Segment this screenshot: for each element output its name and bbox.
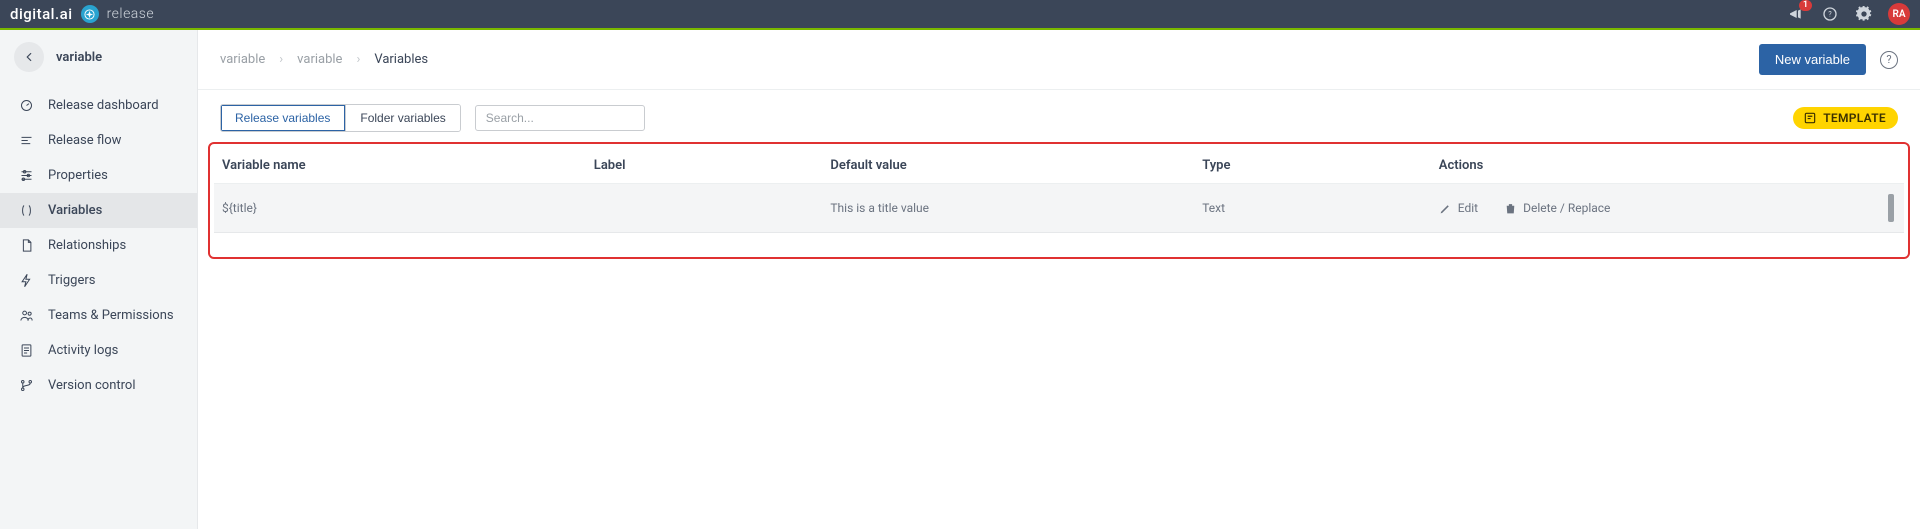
sidebar-item-label: Release flow [48, 133, 121, 148]
sidebar-item-label: Version control [48, 378, 136, 393]
main-panel: variable › variable › Variables New vari… [198, 30, 1920, 529]
tab-folder-variables[interactable]: Folder variables [345, 105, 459, 131]
sidebar-item-release-dashboard[interactable]: Release dashboard [0, 88, 197, 123]
delete-label: Delete / Replace [1523, 201, 1610, 215]
cell-label [586, 184, 823, 233]
delete-action[interactable]: Delete / Replace [1504, 201, 1610, 215]
table-row[interactable]: ${title} This is a title value Text Edit [214, 184, 1904, 233]
sidebar-item-version-control[interactable]: Version control [0, 368, 197, 403]
template-badge-label: TEMPLATE [1823, 111, 1886, 125]
edit-label: Edit [1458, 201, 1478, 215]
sidebar-item-label: Triggers [48, 273, 95, 288]
tab-release-variables[interactable]: Release variables [221, 105, 345, 131]
dashboard-icon [18, 98, 34, 113]
breadcrumb-current: Variables [374, 52, 428, 67]
sidebar-item-properties[interactable]: Properties [0, 158, 197, 193]
column-header-name: Variable name [214, 148, 586, 184]
people-icon [18, 308, 34, 323]
branch-icon [18, 378, 34, 393]
column-header-actions: Actions [1431, 148, 1904, 184]
sidebar-item-label: Relationships [48, 238, 126, 253]
sidebar-item-label: Teams & Permissions [48, 308, 174, 323]
sidebar-item-teams-permissions[interactable]: Teams & Permissions [0, 298, 197, 333]
sidebar-title: variable [56, 50, 102, 65]
variables-table-highlight: Variable name Label Default value Type A… [208, 142, 1910, 259]
sidebar-item-activity-logs[interactable]: Activity logs [0, 333, 197, 368]
flow-icon [18, 133, 34, 148]
column-header-default: Default value [822, 148, 1194, 184]
breadcrumb-item[interactable]: variable [220, 52, 265, 67]
main-header: variable › variable › Variables New vari… [198, 30, 1920, 90]
brand-primary: digital.ai [10, 5, 73, 23]
breadcrumb: variable › variable › Variables [220, 52, 428, 67]
search-input[interactable] [475, 105, 645, 131]
chevron-right-icon: › [279, 52, 283, 67]
product-icon [81, 5, 99, 23]
svg-text:?: ? [1828, 10, 1832, 19]
sidebar-item-relationships[interactable]: Relationships [0, 228, 197, 263]
brand: digital.ai release [10, 5, 154, 23]
variable-icon [18, 203, 34, 218]
toolbar: Release variables Folder variables TEMPL… [198, 90, 1920, 140]
sidebar-item-triggers[interactable]: Triggers [0, 263, 197, 298]
sidebar-item-variables[interactable]: Variables [0, 193, 197, 228]
breadcrumb-item[interactable]: variable [297, 52, 342, 67]
row-drag-handle[interactable] [1888, 194, 1894, 222]
cell-type: Text [1194, 184, 1431, 233]
user-avatar[interactable]: RA [1888, 3, 1910, 25]
chevron-right-icon: › [356, 52, 360, 67]
template-badge: TEMPLATE [1793, 107, 1898, 129]
gear-icon[interactable] [1854, 4, 1874, 24]
trash-icon [1504, 202, 1517, 215]
document-icon [18, 238, 34, 253]
column-header-label: Label [586, 148, 823, 184]
edit-action[interactable]: Edit [1439, 201, 1478, 215]
sidebar-item-label: Variables [48, 203, 102, 218]
sidebar-item-label: Release dashboard [48, 98, 159, 113]
new-variable-button[interactable]: New variable [1759, 44, 1866, 75]
sidebar-item-label: Activity logs [48, 343, 118, 358]
sidebar-item-label: Properties [48, 168, 108, 183]
column-header-type: Type [1194, 148, 1431, 184]
cell-default-value: This is a title value [822, 184, 1194, 233]
sidebar-nav: Release dashboard Release flow Propertie… [0, 88, 197, 403]
announcement-icon[interactable]: 1 [1786, 4, 1806, 24]
log-icon [18, 343, 34, 358]
pencil-icon [1439, 202, 1452, 215]
page-help-icon[interactable]: ? [1880, 51, 1898, 69]
topbar: digital.ai release 1 ? RA [0, 0, 1920, 30]
notification-badge: 1 [1799, 0, 1812, 11]
back-button[interactable] [14, 42, 44, 72]
cell-variable-name: ${title} [214, 184, 586, 233]
sliders-icon [18, 168, 34, 183]
help-icon[interactable]: ? [1820, 4, 1840, 24]
sidebar-item-release-flow[interactable]: Release flow [0, 123, 197, 158]
template-icon [1803, 111, 1817, 125]
bolt-icon [18, 273, 34, 288]
variables-table: Variable name Label Default value Type A… [214, 148, 1904, 233]
scope-tabs: Release variables Folder variables [220, 104, 461, 132]
sidebar: variable Release dashboard Release flow … [0, 30, 198, 529]
brand-secondary: release [107, 6, 155, 22]
topbar-actions: 1 ? RA [1786, 3, 1910, 25]
